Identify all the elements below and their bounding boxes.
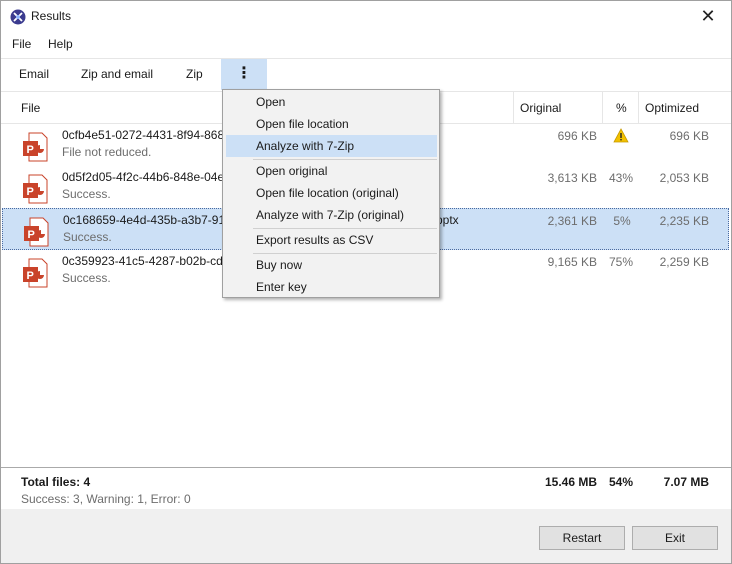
email-button[interactable]: Email	[9, 59, 59, 90]
result-summary: Success: 3, Warning: 1, Error: 0	[21, 492, 191, 506]
menu-help[interactable]: Help	[48, 37, 73, 51]
powerpoint-file-icon: P	[23, 174, 48, 204]
menu-item-analyze-7zip[interactable]: Analyze with 7-Zip	[226, 135, 437, 157]
powerpoint-file-icon: P	[23, 258, 48, 288]
menu-item-buy-now[interactable]: Buy now	[226, 254, 437, 276]
file-status: File not reduced.	[62, 145, 152, 159]
total-original-size: 15.46 MB	[544, 475, 597, 489]
exit-button[interactable]: Exit	[632, 526, 718, 550]
close-button[interactable]: ✕	[685, 1, 731, 32]
svg-text:P: P	[27, 144, 34, 156]
menu-item-open-file-location[interactable]: Open file location	[226, 113, 437, 135]
optimized-size: 2,235 KB	[659, 214, 709, 228]
svg-text:P: P	[27, 270, 34, 282]
more-options-menu: Open Open file location Analyze with 7-Z…	[222, 89, 440, 298]
toolbar: Email Zip and email Zip ⋮	[1, 58, 731, 90]
more-icon: ⋮	[236, 65, 252, 82]
title-bar[interactable]: Results ✕	[1, 1, 731, 32]
button-bar: Restart Exit	[1, 509, 731, 563]
menu-item-export-csv[interactable]: Export results as CSV	[226, 229, 437, 251]
close-icon: ✕	[700, 6, 716, 26]
menu-item-enter-key[interactable]: Enter key	[226, 276, 437, 298]
menu-item-open-file-location-original[interactable]: Open file location (original)	[226, 182, 437, 204]
column-optimized[interactable]: Optimized	[645, 101, 699, 115]
total-files-label: Total files: 4	[21, 475, 91, 489]
more-options-button[interactable]: ⋮	[221, 59, 267, 90]
file-name: 0c168659-4e4d-435b-a3b7-912	[63, 213, 232, 227]
window-title: Results	[31, 9, 72, 23]
column-original[interactable]: Original	[520, 101, 561, 115]
menu-item-analyze-7zip-original[interactable]: Analyze with 7-Zip (original)	[226, 204, 437, 226]
menu-file[interactable]: File	[12, 37, 31, 51]
file-status: Success.	[63, 230, 112, 244]
reduction-percent: 43%	[608, 171, 634, 185]
file-name: 0c359923-41c5-4287-b02b-cd6	[62, 254, 230, 268]
column-percent[interactable]: %	[616, 101, 627, 115]
reduction-percent: 75%	[608, 255, 634, 269]
total-reduction-percent: 54%	[608, 475, 634, 489]
restart-button[interactable]: Restart	[539, 526, 625, 550]
total-optimized-size: 7.07 MB	[663, 475, 709, 489]
column-divider	[513, 92, 514, 123]
file-name: 0cfb4e51-0272-4431-8f94-868c	[62, 128, 231, 142]
optimized-size: 2,259 KB	[659, 255, 709, 269]
original-size: 2,361 KB	[547, 214, 597, 228]
menu-bar: File Help	[1, 33, 731, 57]
svg-text:P: P	[28, 229, 35, 241]
menu-item-open-original[interactable]: Open original	[226, 160, 437, 182]
optimized-size: 2,053 KB	[659, 171, 709, 185]
column-file[interactable]: File	[21, 101, 40, 115]
column-divider	[638, 92, 639, 123]
powerpoint-file-icon: P	[23, 132, 48, 162]
zip-and-email-button[interactable]: Zip and email	[71, 59, 163, 90]
original-size: 9,165 KB	[547, 255, 597, 269]
menu-item-open[interactable]: Open	[226, 91, 437, 113]
optimized-size: 696 KB	[669, 129, 709, 143]
results-window: Results ✕ File Help Email Zip and email …	[0, 0, 732, 564]
warning-icon	[613, 128, 629, 143]
totals-footer: Total files: 4 Success: 3, Warning: 1, E…	[1, 467, 731, 509]
file-name: 0d5f2d05-4f2c-44b6-848e-04e	[62, 170, 225, 184]
zip-button[interactable]: Zip	[176, 59, 213, 90]
powerpoint-file-icon: P	[24, 217, 49, 247]
original-size: 696 KB	[557, 129, 597, 143]
file-status: Success.	[62, 271, 111, 285]
reduction-percent: 5%	[613, 214, 631, 228]
original-size: 3,613 KB	[547, 171, 597, 185]
file-status: Success.	[62, 187, 111, 201]
column-divider	[602, 92, 603, 123]
app-logo-icon	[10, 9, 26, 25]
svg-text:P: P	[27, 186, 34, 198]
